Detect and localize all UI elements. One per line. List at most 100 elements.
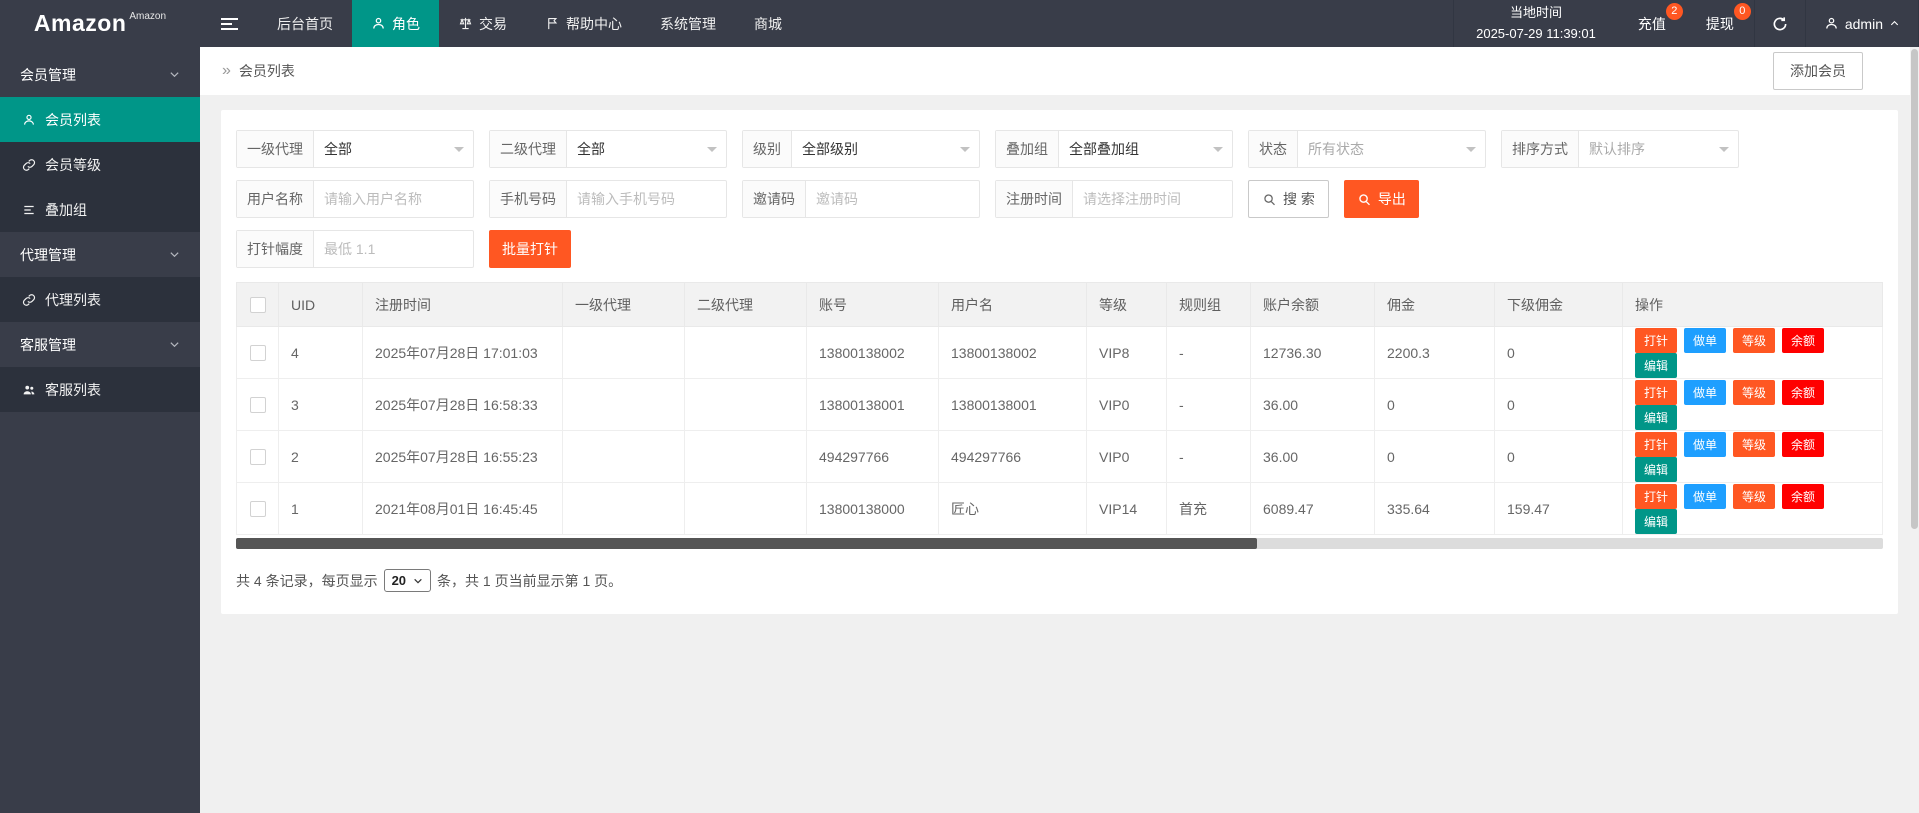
selected-option: 所有状态 (1308, 139, 1364, 159)
filter-agent1-select[interactable]: 一级代理 全部 (236, 130, 474, 168)
user-icon (371, 16, 386, 31)
level-button[interactable]: 等级 (1733, 484, 1775, 509)
nav-item-trade[interactable]: 交易 (439, 0, 526, 47)
select-value[interactable]: 所有状态 (1298, 131, 1485, 167)
nav-label: 交易 (479, 14, 507, 34)
layers-icon (22, 203, 36, 217)
row-checkbox[interactable] (250, 397, 266, 413)
filter-label: 二级代理 (490, 131, 567, 167)
sidebar-item-member-list[interactable]: 会员列表 (0, 97, 200, 142)
make-order-button[interactable]: 做单 (1684, 432, 1726, 457)
row-checkbox[interactable] (250, 501, 266, 517)
horizontal-scrollbar-thumb[interactable] (236, 538, 1257, 549)
sidebar-item-service-list[interactable]: 客服列表 (0, 367, 200, 412)
phone-filter: 手机号码 (489, 180, 727, 218)
inject-range-input[interactable] (314, 231, 473, 267)
nav-item-dashboard[interactable]: 后台首页 (258, 0, 352, 47)
sidebar-item-label: 叠加组 (45, 200, 87, 220)
vertical-scrollbar-thumb[interactable] (1911, 49, 1918, 529)
filter-label: 手机号码 (490, 181, 567, 217)
nav-label: 后台首页 (277, 14, 333, 34)
cell-agent2 (685, 483, 807, 535)
sidebar-toggle-button[interactable] (200, 0, 258, 47)
cell-account: 13800138002 (807, 327, 939, 379)
filter-stack-group-select[interactable]: 叠加组 全部叠加组 (995, 130, 1233, 168)
hamburger-icon (221, 15, 238, 33)
batch-inject-button[interactable]: 批量打针 (489, 230, 571, 268)
export-button[interactable]: 导出 (1344, 180, 1419, 218)
edit-button[interactable]: 编辑 (1635, 353, 1677, 378)
balance-button[interactable]: 余额 (1782, 380, 1824, 405)
refresh-button[interactable] (1754, 0, 1805, 47)
vertical-scrollbar[interactable] (1910, 47, 1919, 813)
filter-sort-select[interactable]: 排序方式 默认排序 (1501, 130, 1739, 168)
page-size-select[interactable]: 20 (384, 569, 431, 592)
nav-item-help-center[interactable]: 帮助中心 (526, 0, 641, 47)
search-button[interactable]: 搜 索 (1248, 180, 1329, 218)
filter-label: 排序方式 (1502, 131, 1579, 167)
row-checkbox[interactable] (250, 449, 266, 465)
select-value[interactable]: 默认排序 (1579, 131, 1738, 167)
caret-down-icon (454, 147, 464, 157)
level-button[interactable]: 等级 (1733, 432, 1775, 457)
app-logo: Amazon Amazon (0, 0, 200, 47)
filter-label: 级别 (743, 131, 792, 167)
sidebar-item-agent-list[interactable]: 代理列表 (0, 277, 200, 322)
make-order-button[interactable]: 做单 (1684, 380, 1726, 405)
select-value[interactable]: 全部级别 (792, 131, 979, 167)
inject-button[interactable]: 打针 (1635, 484, 1677, 509)
cell-agent1 (563, 379, 685, 431)
make-order-button[interactable]: 做单 (1684, 328, 1726, 353)
cell-uid: 3 (279, 379, 363, 431)
nav-item-mall[interactable]: 商城 (735, 0, 801, 47)
nav-item-roles[interactable]: 角色 (352, 0, 439, 47)
admin-menu[interactable]: admin (1805, 0, 1919, 47)
pagination-summary: 共 4 条记录，每页显示 (236, 571, 378, 591)
username-input[interactable] (314, 181, 473, 217)
phone-input[interactable] (567, 181, 726, 217)
sidebar-group-member-management[interactable]: 会员管理 (0, 52, 200, 97)
edit-button[interactable]: 编辑 (1635, 457, 1677, 482)
cell-level: VIP14 (1087, 483, 1167, 535)
nav-item-system[interactable]: 系统管理 (641, 0, 735, 47)
withdraw-badge: 0 (1734, 3, 1751, 20)
balance-button[interactable]: 余额 (1782, 328, 1824, 353)
inject-button[interactable]: 打针 (1635, 380, 1677, 405)
add-member-button[interactable]: 添加会员 (1773, 52, 1863, 90)
balance-button[interactable]: 余额 (1782, 432, 1824, 457)
cell-balance: 36.00 (1251, 379, 1375, 431)
local-time-label: 当地时间 (1510, 3, 1562, 23)
filter-agent2-select[interactable]: 二级代理 全部 (489, 130, 727, 168)
breadcrumb: » 会员列表 添加会员 (200, 47, 1919, 95)
edit-button[interactable]: 编辑 (1635, 509, 1677, 534)
filter-level-select[interactable]: 级别 全部级别 (742, 130, 980, 168)
inject-button[interactable]: 打针 (1635, 432, 1677, 457)
balance-button[interactable]: 余额 (1782, 484, 1824, 509)
cell-register-time: 2021年08月01日 16:45:45 (363, 483, 563, 535)
select-value[interactable]: 全部 (567, 131, 726, 167)
level-button[interactable]: 等级 (1733, 380, 1775, 405)
edit-button[interactable]: 编辑 (1635, 405, 1677, 430)
invite-code-input[interactable] (806, 181, 979, 217)
select-value[interactable]: 全部 (314, 131, 473, 167)
sidebar-group-service-management[interactable]: 客服管理 (0, 322, 200, 367)
recharge-button[interactable]: 充值 2 (1618, 0, 1686, 47)
cell-agent1 (563, 431, 685, 483)
cell-level: VIP0 (1087, 431, 1167, 483)
withdraw-button[interactable]: 提现 0 (1686, 0, 1754, 47)
level-button[interactable]: 等级 (1733, 328, 1775, 353)
make-order-button[interactable]: 做单 (1684, 484, 1726, 509)
sidebar-group-agent-management[interactable]: 代理管理 (0, 232, 200, 277)
select-value[interactable]: 全部叠加组 (1059, 131, 1232, 167)
filter-status-select[interactable]: 状态 所有状态 (1248, 130, 1486, 168)
select-all-checkbox[interactable] (250, 297, 266, 313)
horizontal-scrollbar[interactable] (236, 538, 1883, 549)
sidebar-item-member-level[interactable]: 会员等级 (0, 142, 200, 187)
row-checkbox[interactable] (250, 345, 266, 361)
register-time-input[interactable] (1073, 181, 1232, 217)
inject-button[interactable]: 打针 (1635, 328, 1677, 353)
sidebar-item-stack-group[interactable]: 叠加组 (0, 187, 200, 232)
selected-option: 全部级别 (802, 139, 858, 159)
sidebar-item-label: 客服列表 (45, 380, 101, 400)
cell-agent2 (685, 379, 807, 431)
